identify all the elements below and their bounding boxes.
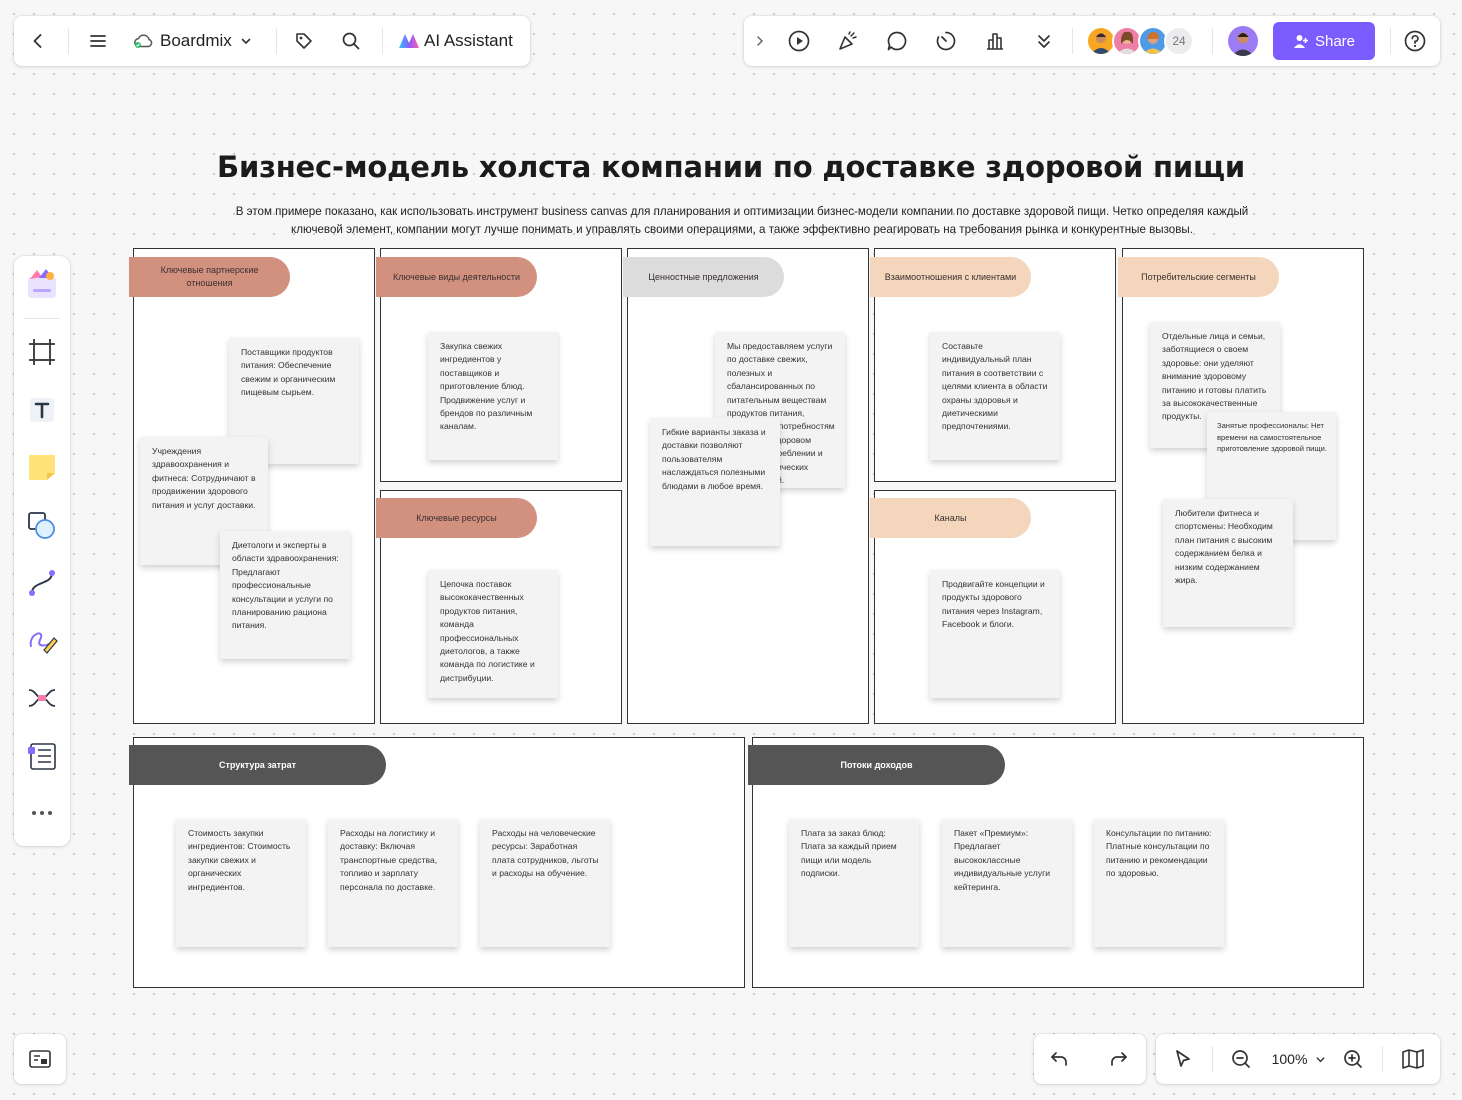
label-customer-segments: Потребительские сегменты — [1118, 257, 1279, 297]
shapes-icon[interactable] — [24, 508, 60, 544]
sticky-note[interactable]: Составьте индивидуальный план питания в … — [930, 332, 1060, 460]
celebrate-icon[interactable] — [835, 28, 861, 54]
label-channels: Каналы — [870, 498, 1031, 538]
minimap-button[interactable] — [14, 1034, 66, 1084]
label-key-activities: Ключевые виды деятельности — [376, 257, 537, 297]
more-down-icon[interactable] — [1031, 28, 1057, 54]
history-controls — [1034, 1034, 1146, 1084]
side-toolbar — [14, 256, 70, 846]
zoom-in-icon[interactable] — [1340, 1046, 1366, 1072]
sticky-note[interactable]: Любители фитнеса и спортсмены: Необходим… — [1163, 499, 1293, 627]
top-right-toolbar: 24 Share — [744, 16, 1440, 66]
sticky-note[interactable]: Расходы на человеческие ресурсы: Заработ… — [480, 819, 610, 947]
undo-icon[interactable] — [1046, 1046, 1072, 1072]
more-icon[interactable] — [24, 798, 60, 828]
redo-icon[interactable] — [1106, 1046, 1132, 1072]
board-title: Бизнес-модель холста компании по доставк… — [217, 150, 1245, 184]
view-controls: 100% — [1156, 1034, 1440, 1084]
sticky-note[interactable]: Стоимость закупки ингредиентов: Стоимост… — [176, 819, 306, 947]
chevron-down-icon — [240, 35, 252, 47]
pen-icon[interactable] — [24, 622, 60, 658]
label-key-resources: Ключевые ресурсы — [376, 498, 537, 538]
ai-logo-icon — [398, 33, 420, 49]
label-key-partners: Ключевые партнерские отношения — [129, 257, 290, 297]
share-button[interactable]: Share — [1273, 22, 1375, 60]
sticky-note[interactable]: Цепочка поставок высококачественных прод… — [428, 570, 558, 698]
ai-assistant-label: AI Assistant — [424, 31, 513, 50]
label-cost-structure: Структура затрат — [129, 745, 386, 785]
zoom-out-icon[interactable] — [1228, 1046, 1254, 1072]
sticky-note-icon[interactable] — [24, 449, 60, 485]
menu-icon[interactable] — [86, 29, 110, 53]
top-left-toolbar: Boardmix AI Assistant — [14, 16, 530, 66]
collaborator-count: 24 — [1164, 26, 1194, 56]
mindmap-icon[interactable] — [24, 680, 60, 716]
ai-assistant-button[interactable]: AI Assistant — [398, 26, 522, 56]
vote-icon[interactable] — [982, 28, 1008, 54]
minimap-icon — [27, 1047, 53, 1071]
help-icon[interactable] — [1402, 28, 1428, 54]
label-customer-relationships: Взаимоотношения с клиентами — [870, 257, 1031, 297]
select-icon[interactable] — [1170, 1046, 1196, 1072]
sticky-note[interactable]: Пакет «Премиум»: Предлагает высококлассн… — [942, 819, 1072, 947]
comment-icon[interactable] — [884, 28, 910, 54]
cloud-sync-icon — [132, 33, 154, 49]
app-name: Boardmix — [160, 31, 232, 50]
file-menu-button[interactable]: Boardmix — [132, 26, 262, 56]
connector-icon[interactable] — [24, 565, 60, 601]
tag-icon[interactable] — [292, 29, 316, 53]
share-label: Share — [1314, 32, 1356, 50]
collaborators[interactable]: 24 — [1086, 26, 1196, 56]
zoom-level-select[interactable]: 100% — [1264, 1046, 1334, 1072]
collapse-icon[interactable] — [750, 29, 770, 53]
search-icon[interactable] — [339, 29, 363, 53]
sticky-note[interactable]: Закупка свежих ингредиентов у поставщико… — [428, 332, 558, 460]
sticky-note[interactable]: Плата за заказ блюд: Плата за каждый при… — [789, 819, 919, 947]
sticky-note[interactable]: Продвигайте концепции и продукты здорово… — [930, 570, 1060, 698]
table-list-icon[interactable] — [24, 738, 60, 774]
current-user-avatar[interactable] — [1228, 26, 1258, 56]
frame-icon[interactable] — [24, 334, 60, 370]
chevron-down-icon — [1315, 1054, 1326, 1065]
board-description: В этом примере показано, как использоват… — [235, 205, 1249, 236]
back-icon[interactable] — [26, 29, 50, 53]
label-value-propositions: Ценностные предложения — [623, 257, 784, 297]
label-revenue-streams: Потоки доходов — [748, 745, 1005, 785]
sticky-note[interactable]: Консультации по питанию: Платные консуль… — [1094, 819, 1224, 947]
sticky-note[interactable]: Гибкие варианты заказа и доставки позвол… — [650, 418, 780, 546]
zoom-level: 100% — [1271, 1051, 1308, 1067]
templates-icon[interactable] — [22, 264, 62, 304]
timer-icon[interactable] — [933, 28, 959, 54]
share-user-icon — [1293, 33, 1309, 49]
sticky-note[interactable]: Расходы на логистику и доставку: Включая… — [328, 819, 458, 947]
text-icon[interactable] — [24, 392, 60, 428]
book-icon[interactable] — [1399, 1046, 1427, 1072]
present-icon[interactable] — [786, 28, 812, 54]
sticky-note[interactable]: Диетологи и эксперты в области здравоохр… — [220, 531, 350, 659]
